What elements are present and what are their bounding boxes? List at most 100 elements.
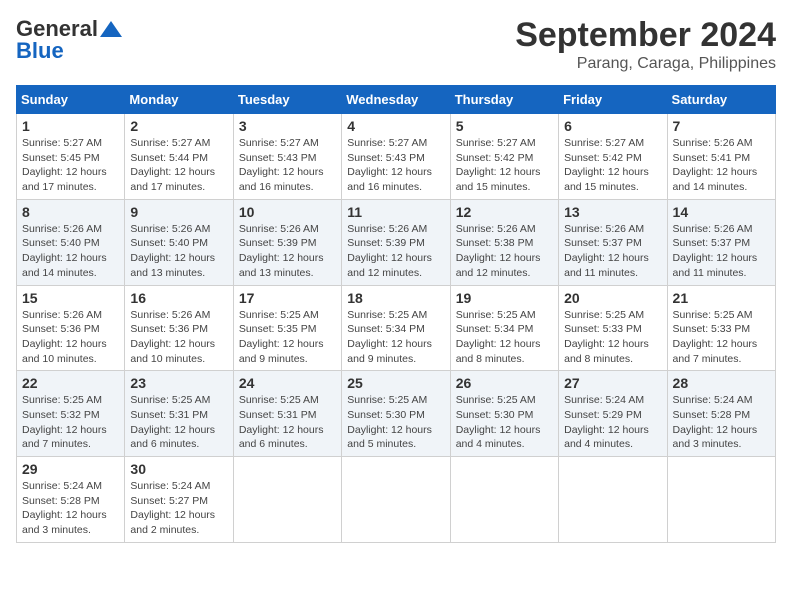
day-info: Sunrise: 5:27 AM Sunset: 5:44 PM Dayligh… [130,136,227,195]
calendar-cell: 4 Sunrise: 5:27 AM Sunset: 5:43 PM Daylig… [342,114,450,200]
month-title: September 2024 [515,16,776,55]
col-header-sunday: Sunday [17,86,125,114]
calendar-cell: 7 Sunrise: 5:26 AM Sunset: 5:41 PM Daylig… [667,114,775,200]
calendar-cell: 25 Sunrise: 5:25 AM Sunset: 5:30 PM Dayli… [342,371,450,457]
logo-icon [100,21,122,37]
day-number: 10 [239,204,336,220]
day-info: Sunrise: 5:26 AM Sunset: 5:39 PM Dayligh… [347,222,444,281]
day-info: Sunrise: 5:27 AM Sunset: 5:43 PM Dayligh… [347,136,444,195]
day-info: Sunrise: 5:25 AM Sunset: 5:30 PM Dayligh… [456,393,553,452]
day-info: Sunrise: 5:25 AM Sunset: 5:32 PM Dayligh… [22,393,119,452]
calendar-cell: 11 Sunrise: 5:26 AM Sunset: 5:39 PM Dayli… [342,199,450,285]
calendar-cell: 1 Sunrise: 5:27 AM Sunset: 5:45 PM Daylig… [17,114,125,200]
day-info: Sunrise: 5:24 AM Sunset: 5:29 PM Dayligh… [564,393,661,452]
day-info: Sunrise: 5:25 AM Sunset: 5:33 PM Dayligh… [673,308,770,367]
calendar-cell [667,457,775,543]
calendar-cell: 27 Sunrise: 5:24 AM Sunset: 5:29 PM Dayli… [559,371,667,457]
calendar-cell: 14 Sunrise: 5:26 AM Sunset: 5:37 PM Dayli… [667,199,775,285]
day-number: 22 [22,375,119,391]
calendar-cell [450,457,558,543]
day-info: Sunrise: 5:25 AM Sunset: 5:33 PM Dayligh… [564,308,661,367]
day-info: Sunrise: 5:25 AM Sunset: 5:30 PM Dayligh… [347,393,444,452]
calendar-cell: 20 Sunrise: 5:25 AM Sunset: 5:33 PM Dayli… [559,285,667,371]
day-number: 1 [22,118,119,134]
day-number: 29 [22,461,119,477]
calendar-cell: 12 Sunrise: 5:26 AM Sunset: 5:38 PM Dayli… [450,199,558,285]
calendar-cell [233,457,341,543]
calendar-cell: 18 Sunrise: 5:25 AM Sunset: 5:34 PM Dayli… [342,285,450,371]
day-number: 9 [130,204,227,220]
calendar-cell: 22 Sunrise: 5:25 AM Sunset: 5:32 PM Dayli… [17,371,125,457]
calendar-cell: 8 Sunrise: 5:26 AM Sunset: 5:40 PM Daylig… [17,199,125,285]
day-number: 2 [130,118,227,134]
day-info: Sunrise: 5:27 AM Sunset: 5:45 PM Dayligh… [22,136,119,195]
day-number: 6 [564,118,661,134]
col-header-tuesday: Tuesday [233,86,341,114]
calendar-cell: 2 Sunrise: 5:27 AM Sunset: 5:44 PM Daylig… [125,114,233,200]
calendar-cell [559,457,667,543]
day-number: 27 [564,375,661,391]
day-number: 7 [673,118,770,134]
logo-blue: Blue [16,38,64,64]
day-info: Sunrise: 5:26 AM Sunset: 5:38 PM Dayligh… [456,222,553,281]
day-info: Sunrise: 5:26 AM Sunset: 5:39 PM Dayligh… [239,222,336,281]
col-header-friday: Friday [559,86,667,114]
day-number: 28 [673,375,770,391]
day-info: Sunrise: 5:25 AM Sunset: 5:34 PM Dayligh… [456,308,553,367]
day-info: Sunrise: 5:26 AM Sunset: 5:41 PM Dayligh… [673,136,770,195]
day-number: 20 [564,290,661,306]
day-info: Sunrise: 5:27 AM Sunset: 5:42 PM Dayligh… [456,136,553,195]
day-number: 14 [673,204,770,220]
day-number: 25 [347,375,444,391]
day-number: 13 [564,204,661,220]
day-info: Sunrise: 5:24 AM Sunset: 5:28 PM Dayligh… [22,479,119,538]
day-number: 15 [22,290,119,306]
calendar-cell: 6 Sunrise: 5:27 AM Sunset: 5:42 PM Daylig… [559,114,667,200]
day-info: Sunrise: 5:24 AM Sunset: 5:28 PM Dayligh… [673,393,770,452]
calendar-cell: 30 Sunrise: 5:24 AM Sunset: 5:27 PM Dayli… [125,457,233,543]
logo: General Blue [16,16,122,64]
col-header-saturday: Saturday [667,86,775,114]
calendar-cell: 10 Sunrise: 5:26 AM Sunset: 5:39 PM Dayli… [233,199,341,285]
day-number: 8 [22,204,119,220]
calendar-cell: 9 Sunrise: 5:26 AM Sunset: 5:40 PM Daylig… [125,199,233,285]
day-info: Sunrise: 5:25 AM Sunset: 5:31 PM Dayligh… [239,393,336,452]
calendar-cell: 23 Sunrise: 5:25 AM Sunset: 5:31 PM Dayli… [125,371,233,457]
day-number: 5 [456,118,553,134]
calendar-cell: 21 Sunrise: 5:25 AM Sunset: 5:33 PM Dayli… [667,285,775,371]
calendar-cell: 24 Sunrise: 5:25 AM Sunset: 5:31 PM Dayli… [233,371,341,457]
day-info: Sunrise: 5:25 AM Sunset: 5:31 PM Dayligh… [130,393,227,452]
day-number: 23 [130,375,227,391]
day-info: Sunrise: 5:26 AM Sunset: 5:40 PM Dayligh… [22,222,119,281]
day-info: Sunrise: 5:24 AM Sunset: 5:27 PM Dayligh… [130,479,227,538]
day-number: 11 [347,204,444,220]
col-header-wednesday: Wednesday [342,86,450,114]
col-header-monday: Monday [125,86,233,114]
day-number: 24 [239,375,336,391]
calendar-cell: 15Sunrise: 5:26 AM Sunset: 5:36 PM Dayli… [17,285,125,371]
day-info: Sunrise: 5:26 AM Sunset: 5:36 PM Dayligh… [130,308,227,367]
day-number: 4 [347,118,444,134]
calendar-cell [342,457,450,543]
calendar-cell: 13 Sunrise: 5:26 AM Sunset: 5:37 PM Dayli… [559,199,667,285]
title-area: September 2024 Parang, Caraga, Philippin… [515,16,776,73]
day-info: Sunrise: 5:26 AM Sunset: 5:37 PM Dayligh… [564,222,661,281]
day-info: Sunrise: 5:25 AM Sunset: 5:35 PM Dayligh… [239,308,336,367]
day-info: Sunrise: 5:27 AM Sunset: 5:42 PM Dayligh… [564,136,661,195]
calendar-cell: 16Sunrise: 5:26 AM Sunset: 5:36 PM Dayli… [125,285,233,371]
day-number: 17 [239,290,336,306]
calendar-cell: 28 Sunrise: 5:24 AM Sunset: 5:28 PM Dayli… [667,371,775,457]
day-number: 18 [347,290,444,306]
calendar-cell: 29 Sunrise: 5:24 AM Sunset: 5:28 PM Dayli… [17,457,125,543]
day-number: 21 [673,290,770,306]
day-number: 30 [130,461,227,477]
day-info: Sunrise: 5:25 AM Sunset: 5:34 PM Dayligh… [347,308,444,367]
calendar-cell: 19Sunrise: 5:25 AM Sunset: 5:34 PM Dayli… [450,285,558,371]
day-number: 12 [456,204,553,220]
location-title: Parang, Caraga, Philippines [515,55,776,73]
day-info: Sunrise: 5:26 AM Sunset: 5:40 PM Dayligh… [130,222,227,281]
day-info: Sunrise: 5:26 AM Sunset: 5:37 PM Dayligh… [673,222,770,281]
calendar-cell: 17 Sunrise: 5:25 AM Sunset: 5:35 PM Dayli… [233,285,341,371]
day-number: 26 [456,375,553,391]
col-header-thursday: Thursday [450,86,558,114]
